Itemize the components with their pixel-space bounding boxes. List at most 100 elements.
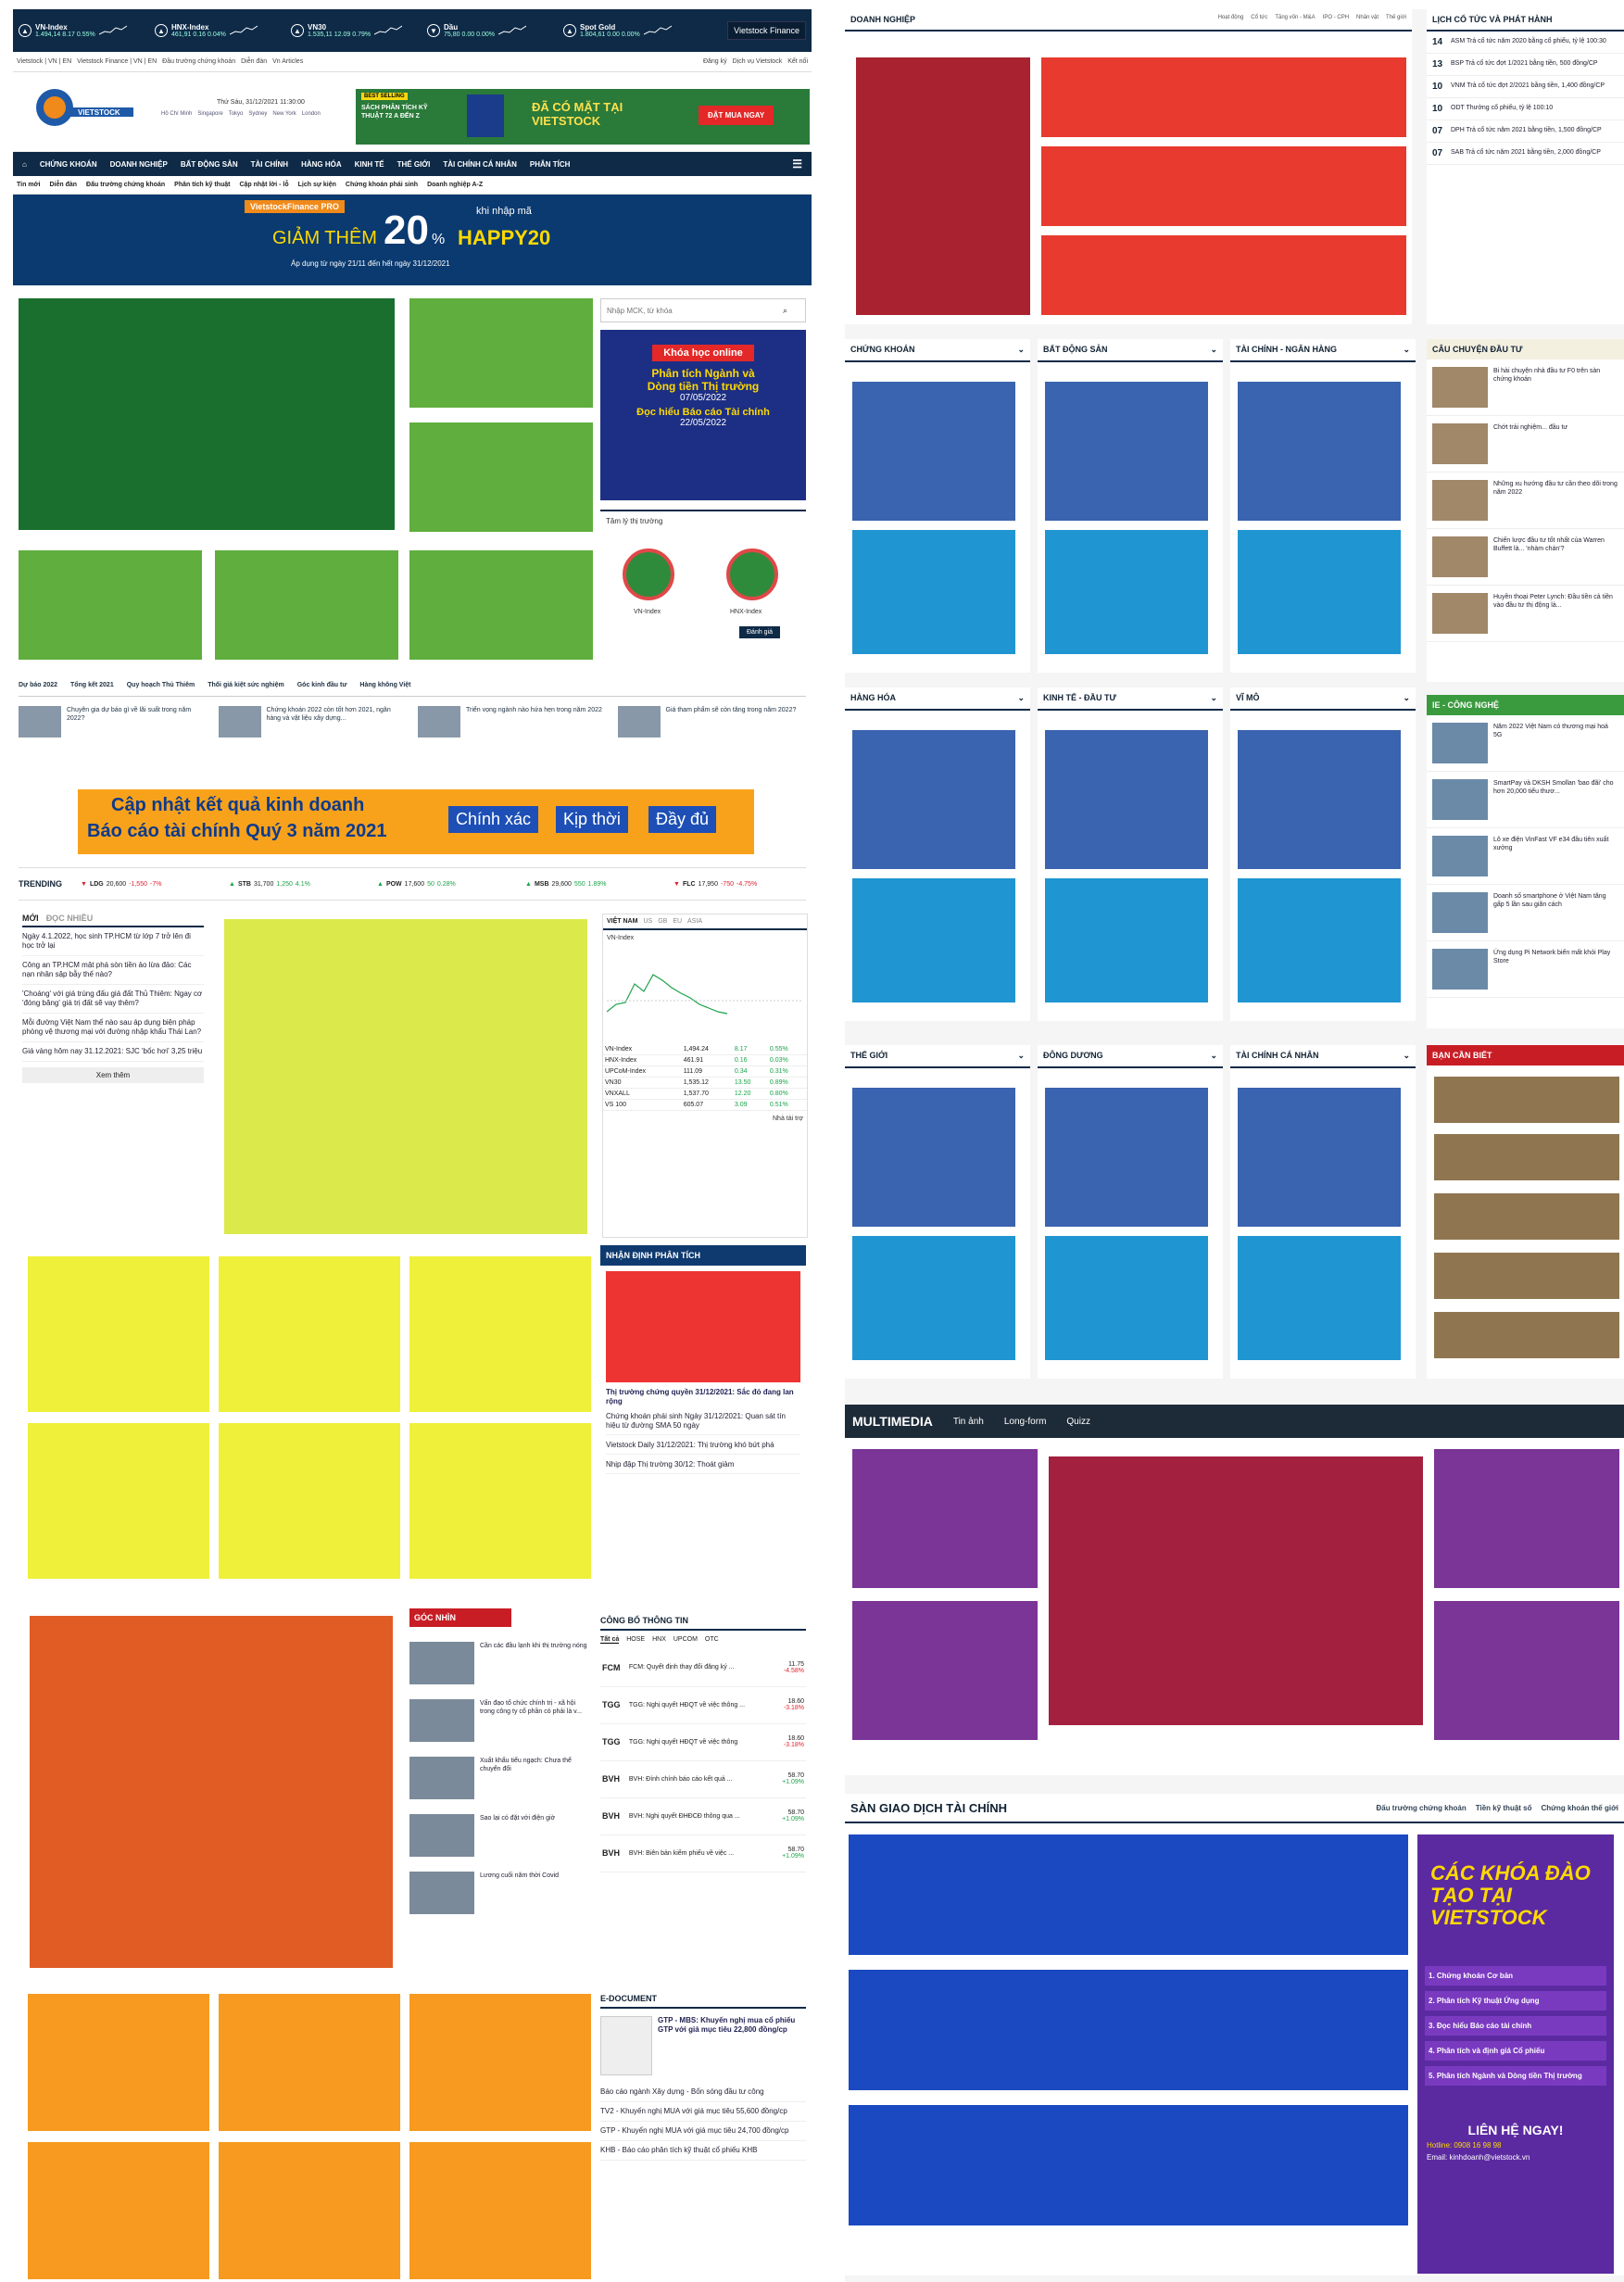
opinion-item[interactable]: Vấn đạo tổ chức chính trị - xã hội trong… xyxy=(409,1699,591,1742)
news-title[interactable]: Triển vọng ngành nào hứa hẹn trong năm 2… xyxy=(466,706,602,773)
category-title[interactable]: ĐÔNG DƯƠNG xyxy=(1043,1051,1103,1061)
news-tile[interactable] xyxy=(1238,1236,1401,1360)
nav-item[interactable]: BẤT ĐỘNG SẢN xyxy=(181,160,238,169)
tech-title[interactable]: SmartPay và DKSH Smollan 'bao đãi' cho h… xyxy=(1493,779,1618,820)
analysis-item[interactable]: Nhịp đập Thị trường 30/12: Thoát giảm xyxy=(606,1460,800,1474)
opinion-item[interactable]: Xuất khẩu tiểu ngạch: Chưa thể chuyển đổ… xyxy=(409,1757,591,1799)
nav-item[interactable]: HÀNG HÓA xyxy=(301,160,342,169)
nav-item[interactable]: TÀI CHÍNH CÁ NHÂN xyxy=(443,160,517,169)
news-tile[interactable] xyxy=(1434,1077,1619,1123)
tech-thumbnail[interactable] xyxy=(1432,836,1488,876)
story-item[interactable]: Những xu hướng đầu tư cần theo dõi trong… xyxy=(1427,473,1624,529)
chevron-down-icon[interactable]: ⌄ xyxy=(1403,693,1410,703)
search-icon[interactable]: ⌕ xyxy=(783,306,787,316)
story-item[interactable]: Bi hài chuyện nhà đầu tư F0 trên sàn chứ… xyxy=(1427,359,1624,416)
market-row[interactable]: VN30 1,535.12 13.50 0.89% xyxy=(603,1077,807,1089)
market-row[interactable]: VNXALL 1,537.70 12.20 0.80% xyxy=(603,1088,807,1100)
category-title[interactable]: CHỨNG KHOÁN xyxy=(850,345,914,355)
vietstock-logo[interactable]: VIETSTOCK xyxy=(22,82,143,137)
nav-item[interactable]: DOANH NGHIỆP xyxy=(110,160,168,169)
top-link[interactable]: Vietstock | VN | EN xyxy=(17,58,71,65)
trending-item[interactable]: ▲ STB 31,700 1,250 4.1% xyxy=(229,881,359,888)
news-tile[interactable] xyxy=(1045,1088,1208,1227)
news-thumbnail[interactable] xyxy=(617,706,661,738)
news-card[interactable]: Chuyên gia dự báo gì về lãi suất trong n… xyxy=(19,706,208,773)
news-tile[interactable] xyxy=(409,1256,591,1412)
news-title[interactable]: Chuyên gia dự báo gì về lãi suất trong n… xyxy=(67,706,208,773)
subnav-item[interactable]: Doanh nghiệp A-Z xyxy=(427,182,483,188)
tech-item[interactable]: Doanh số smartphone ở Việt Nam tăng gấp … xyxy=(1427,885,1624,941)
dividend-item[interactable]: 10 VNM Trả cổ tức đợt 2/2021 bằng tiền, 1… xyxy=(1427,76,1624,98)
main-news-tile[interactable] xyxy=(224,919,587,1234)
chevron-down-icon[interactable]: ⌄ xyxy=(1210,1051,1217,1061)
news-tile[interactable] xyxy=(849,1834,1408,1955)
opinion-title[interactable]: Xuất khẩu tiểu ngạch: Chưa thể chuyển đổ… xyxy=(480,1757,591,1799)
news-card[interactable]: Triển vọng ngành nào hứa hẹn trong năm 2… xyxy=(418,706,607,773)
featured-news-tile[interactable] xyxy=(856,57,1030,315)
nav-item[interactable]: PHÂN TÍCH xyxy=(530,160,571,169)
top-link[interactable]: Dịch vụ Vietstock xyxy=(733,58,783,65)
top-link[interactable]: Đăng ký xyxy=(703,58,727,65)
news-tile[interactable] xyxy=(1045,730,1208,869)
news-tile[interactable] xyxy=(1434,1134,1619,1180)
media-tile[interactable] xyxy=(1434,1449,1619,1588)
news-tile[interactable] xyxy=(409,1994,591,2131)
dividend-item[interactable]: 07 SAB Trả cổ tức năm 2021 bằng tiền, 2,0… xyxy=(1427,143,1624,165)
exchange-link[interactable]: Đấu trường chứng khoán xyxy=(1376,1804,1466,1812)
story-thumbnail[interactable] xyxy=(1432,593,1488,634)
news-tile[interactable] xyxy=(219,1423,400,1579)
news-thumbnail[interactable] xyxy=(19,706,61,738)
news-tile[interactable] xyxy=(849,2105,1408,2225)
market-tab[interactable]: US xyxy=(643,918,652,925)
opinion-thumbnail[interactable] xyxy=(409,1699,474,1742)
ticker-dropdown[interactable]: Vietstock Finance xyxy=(727,21,806,40)
enterprise-link[interactable]: Nhân vật xyxy=(1356,15,1379,24)
news-tile[interactable] xyxy=(1238,1088,1401,1227)
bull-icon[interactable] xyxy=(726,548,778,600)
market-row[interactable]: VS 100 605.07 3.09 0.51% xyxy=(603,1099,807,1111)
category-title[interactable]: BẤT ĐỘNG SẢN xyxy=(1043,345,1108,355)
tech-item[interactable]: Lô xe điện VinFast VF e34 đầu tiên xuất … xyxy=(1427,828,1624,885)
topic-tab[interactable]: Thối giá kiệt sức nghiệm xyxy=(208,682,283,696)
opinion-item[interactable]: Cần các đầu lạnh khi thị trường nóng xyxy=(409,1642,591,1684)
opinion-thumbnail[interactable] xyxy=(409,1757,474,1799)
ticker-item[interactable]: ▲ VN30 1.535,11 12.09 0.79% xyxy=(291,23,420,38)
opinion-thumbnail[interactable] xyxy=(409,1814,474,1857)
opinion-item[interactable]: Lương cuối năm thời Covid xyxy=(409,1872,591,1914)
category-title[interactable]: THẾ GIỚI xyxy=(850,1051,888,1061)
news-tile[interactable] xyxy=(28,1423,209,1579)
story-title[interactable]: Những xu hướng đầu tư cần theo dõi trong… xyxy=(1493,480,1618,521)
media-tile[interactable] xyxy=(852,1449,1038,1588)
tab-longform[interactable]: Long-form xyxy=(1004,1417,1047,1427)
disclosure-row[interactable]: BVH BVH: Nghị quyết ĐHĐCĐ thông qua ... 58… xyxy=(600,1797,806,1835)
latest-news-item[interactable]: Công an TP.HCM mật phá sòn tiền ảo lừa đ… xyxy=(22,956,204,985)
edoc-item[interactable]: TV2 - Khuyến nghị MUA với giá mục tiêu 5… xyxy=(600,2102,806,2122)
trending-item[interactable]: ▼ FLC 17,950 -750 -4.75% xyxy=(674,881,803,888)
tech-title[interactable]: Doanh số smartphone ở Việt Nam tăng gấp … xyxy=(1493,892,1618,933)
news-tile[interactable] xyxy=(28,2142,209,2279)
market-tab[interactable]: VIỆT NAM xyxy=(607,918,637,925)
chevron-down-icon[interactable]: ⌄ xyxy=(1017,693,1025,703)
nav-item[interactable]: KINH TẾ xyxy=(355,160,384,169)
subnav-item[interactable]: Chứng khoán phái sinh xyxy=(346,182,418,188)
news-tile[interactable] xyxy=(1041,146,1406,226)
news-tile[interactable] xyxy=(1238,878,1401,1002)
news-tile[interactable] xyxy=(409,1423,591,1579)
news-tile[interactable] xyxy=(849,1970,1408,2090)
market-tab[interactable]: EU xyxy=(673,918,682,925)
dividend-item[interactable]: 14 ASM Trả cổ tức năm 2020 bằng cổ phiếu,… xyxy=(1427,32,1624,54)
disclosure-tab[interactable]: OTC xyxy=(705,1636,719,1644)
opinion-thumbnail[interactable] xyxy=(409,1642,474,1684)
ticker-item[interactable]: ▼ Dầu 75,80 0.00 0.00% xyxy=(427,23,556,38)
exchange-link[interactable]: Chứng khoán thế giới xyxy=(1542,1804,1618,1812)
tech-item[interactable]: Ứng dụng Pi Network biến mất khỏi Play S… xyxy=(1427,941,1624,998)
ticker-item[interactable]: ▲ VN-Index 1.494,14 8.17 0.55% xyxy=(19,23,147,38)
disclosure-row[interactable]: TGG TGG: Nghị quyết HĐQT về việc thông 18.… xyxy=(600,1723,806,1761)
tech-thumbnail[interactable] xyxy=(1432,779,1488,820)
news-tile[interactable] xyxy=(1238,530,1401,654)
news-tile[interactable] xyxy=(852,530,1015,654)
story-thumbnail[interactable] xyxy=(1432,423,1488,464)
topic-tab[interactable]: Hàng không Việt xyxy=(359,682,410,696)
news-tile[interactable] xyxy=(1434,1193,1619,1240)
news-tile[interactable] xyxy=(852,878,1015,1002)
